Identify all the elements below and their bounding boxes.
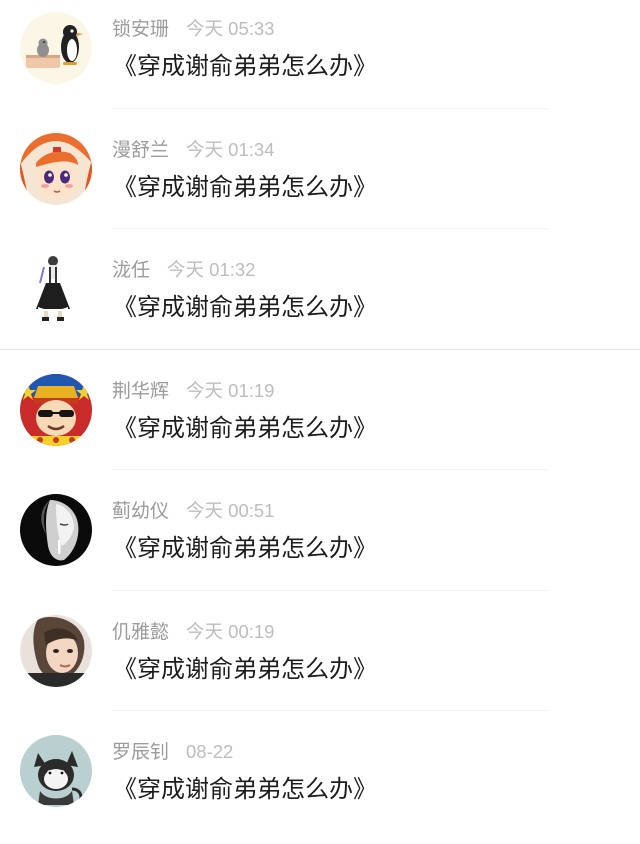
penguin-avatar-icon[interactable]	[20, 12, 92, 84]
comment-meta: 漫舒兰 今天 01:34	[112, 136, 274, 164]
divider	[112, 107, 548, 109]
bw-portrait-avatar-icon[interactable]	[20, 494, 92, 566]
emperor-cartoon-avatar-icon[interactable]	[20, 373, 92, 446]
maid-figure-avatar-icon[interactable]	[20, 253, 92, 325]
user-name[interactable]: 漫舒兰	[112, 139, 169, 161]
comment-meta: 泷任 今天 01:32	[112, 256, 255, 284]
list-item[interactable]: 荆华辉 今天 01:19 《穿成谢俞弟弟怎么办》	[0, 362, 640, 483]
comment-time: 08-22	[186, 741, 234, 762]
comment-meta: 仉雅懿 今天 00:19	[112, 618, 274, 646]
list-item[interactable]: 仉雅懿 今天 00:19 《穿成谢俞弟弟怎么办》	[0, 603, 640, 724]
comment-text[interactable]: 《穿成谢俞弟弟怎么办》	[113, 50, 377, 82]
comment-meta: 蓟幼仪 今天 00:51	[112, 497, 274, 525]
divider	[112, 469, 548, 470]
comment-time: 今天 00:19	[186, 620, 275, 642]
user-name[interactable]: 仉雅懿	[112, 621, 169, 643]
comment-time: 今天 01:32	[167, 259, 256, 280]
comment-text[interactable]: 《穿成谢俞弟弟怎么办》	[113, 773, 377, 805]
divider	[112, 228, 548, 229]
comment-time: 今天 01:19	[186, 379, 275, 401]
list-item[interactable]: 蓟幼仪 今天 00:51 《穿成谢俞弟弟怎么办》	[0, 482, 640, 603]
user-name[interactable]: 锁安珊	[112, 18, 169, 40]
comment-text[interactable]: 《穿成谢俞弟弟怎么办》	[113, 291, 377, 323]
divider	[0, 348, 640, 350]
list-item[interactable]: 泷任 今天 01:32 《穿成谢俞弟弟怎么办》	[0, 241, 640, 362]
user-name[interactable]: 荆华辉	[112, 380, 169, 402]
divider	[112, 710, 548, 711]
comment-list: 锁安珊 今天 05:33 《穿成谢俞弟弟怎么办》 漫舒兰 今天 01:34 《穿…	[0, 0, 640, 820]
anime-girl-avatar-icon[interactable]	[20, 132, 92, 205]
photo-portrait-avatar-icon[interactable]	[20, 614, 92, 687]
list-item[interactable]: 锁安珊 今天 05:33 《穿成谢俞弟弟怎么办》	[0, 0, 640, 121]
comment-time: 今天 05:33	[186, 18, 275, 39]
user-name[interactable]: 蓟幼仪	[112, 500, 169, 522]
list-item[interactable]: 漫舒兰 今天 01:34 《穿成谢俞弟弟怎么办》	[0, 121, 640, 242]
comment-text[interactable]: 《穿成谢俞弟弟怎么办》	[113, 412, 377, 444]
comment-text[interactable]: 《穿成谢俞弟弟怎么办》	[113, 171, 377, 203]
user-name[interactable]: 罗辰钊	[112, 741, 169, 763]
comment-time: 今天 00:51	[186, 500, 275, 521]
comment-meta: 罗辰钊 08-22	[112, 738, 233, 766]
user-name[interactable]: 泷任	[112, 259, 150, 281]
comment-meta: 荆华辉 今天 01:19	[112, 377, 274, 405]
comment-text[interactable]: 《穿成谢俞弟弟怎么办》	[113, 532, 377, 564]
comment-time: 今天 01:34	[186, 138, 275, 160]
divider	[112, 589, 548, 591]
list-item[interactable]: 罗辰钊 08-22 《穿成谢俞弟弟怎么办》	[0, 723, 640, 844]
comment-meta: 锁安珊 今天 05:33	[112, 15, 274, 43]
cat-sketch-avatar-icon[interactable]	[20, 735, 92, 807]
comment-text[interactable]: 《穿成谢俞弟弟怎么办》	[113, 653, 377, 685]
